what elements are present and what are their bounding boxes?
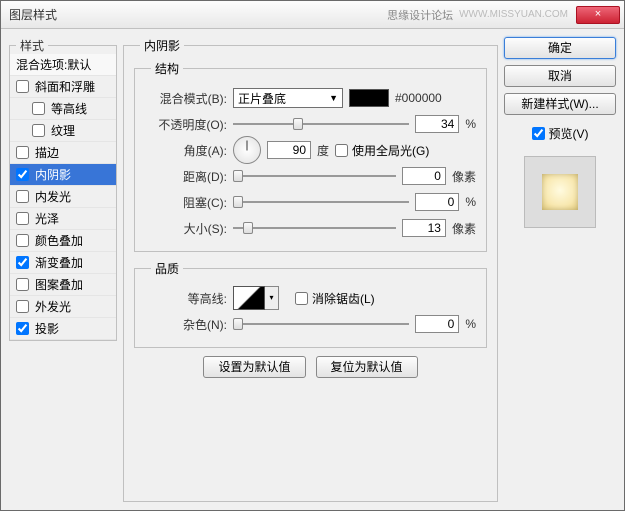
reset-default-button[interactable]: 复位为默认值 — [316, 356, 418, 378]
style-item-satin[interactable]: 光泽 — [10, 208, 116, 230]
titlebar: 图层样式 思缘设计论坛 WWW.MISSYUAN.COM × — [1, 1, 624, 29]
styles-column: 样式 混合选项:默认 斜面和浮雕 等高线 纹理 描边 内阴影 内发光 光泽 颜色… — [9, 37, 117, 502]
style-item-inner-shadow[interactable]: 内阴影 — [10, 164, 116, 186]
distance-slider[interactable] — [233, 168, 396, 184]
ok-button[interactable]: 确定 — [504, 37, 616, 59]
noise-slider[interactable] — [233, 316, 409, 332]
structure-legend: 结构 — [151, 60, 183, 77]
dialog-content: 样式 混合选项:默认 斜面和浮雕 等高线 纹理 描边 内阴影 内发光 光泽 颜色… — [1, 29, 624, 510]
size-input[interactable]: 13 — [402, 219, 446, 237]
color-hex: #000000 — [395, 91, 442, 105]
checkbox[interactable] — [16, 146, 29, 159]
angle-input[interactable]: 90 — [267, 141, 311, 159]
style-item-contour[interactable]: 等高线 — [10, 98, 116, 120]
chevron-down-icon: ▼ — [329, 93, 338, 103]
blending-options-row[interactable]: 混合选项:默认 — [10, 54, 116, 76]
preview-checkbox[interactable]: 预览(V) — [504, 125, 616, 142]
blending-options-label: 混合选项:默认 — [16, 56, 91, 73]
preview-swatch — [542, 174, 578, 210]
style-item-color-overlay[interactable]: 颜色叠加 — [10, 230, 116, 252]
opacity-row: 不透明度(O): 34 % — [145, 111, 476, 137]
checkbox[interactable] — [16, 322, 29, 335]
angle-label: 角度(A): — [145, 142, 227, 159]
action-column: 确定 取消 新建样式(W)... 预览(V) — [504, 37, 616, 502]
choke-input[interactable]: 0 — [415, 193, 459, 211]
window-title: 图层样式 — [9, 6, 57, 23]
distance-row: 距离(D): 0 像素 — [145, 163, 476, 189]
styles-legend: 样式 — [16, 37, 48, 54]
default-buttons: 设置为默认值 复位为默认值 — [134, 356, 487, 378]
new-style-button[interactable]: 新建样式(W)... — [504, 93, 616, 115]
preview-thumbnail — [524, 156, 596, 228]
checkbox[interactable] — [32, 102, 45, 115]
blend-mode-label: 混合模式(B): — [145, 90, 227, 107]
choke-unit: % — [465, 195, 476, 209]
choke-label: 阻塞(C): — [145, 194, 227, 211]
opacity-slider[interactable] — [233, 116, 409, 132]
close-button[interactable]: × — [576, 6, 620, 24]
size-unit: 像素 — [452, 220, 476, 237]
distance-label: 距离(D): — [145, 168, 227, 185]
checkbox[interactable] — [16, 190, 29, 203]
distance-unit: 像素 — [452, 168, 476, 185]
checkbox[interactable] — [16, 234, 29, 247]
watermark-text: 思缘设计论坛 — [387, 7, 453, 23]
opacity-label: 不透明度(O): — [145, 116, 227, 133]
style-item-inner-glow[interactable]: 内发光 — [10, 186, 116, 208]
inner-shadow-panel: 内阴影 结构 混合模式(B): 正片叠底 ▼ #000000 不透明度(O): — [123, 37, 498, 502]
opacity-input[interactable]: 34 — [415, 115, 459, 133]
angle-row: 角度(A): 90 度 使用全局光(G) — [145, 137, 476, 163]
layer-style-dialog: 图层样式 思缘设计论坛 WWW.MISSYUAN.COM × 样式 混合选项:默… — [0, 0, 625, 511]
style-item-gradient-overlay[interactable]: 渐变叠加 — [10, 252, 116, 274]
checkbox[interactable] — [16, 80, 29, 93]
size-row: 大小(S): 13 像素 — [145, 215, 476, 241]
choke-slider[interactable] — [233, 194, 409, 210]
settings-column: 内阴影 结构 混合模式(B): 正片叠底 ▼ #000000 不透明度(O): — [123, 37, 498, 502]
size-label: 大小(S): — [145, 220, 227, 237]
blend-mode-select[interactable]: 正片叠底 ▼ — [233, 88, 343, 108]
noise-row: 杂色(N): 0 % — [145, 311, 476, 337]
noise-unit: % — [465, 317, 476, 331]
angle-unit: 度 — [317, 142, 329, 159]
panel-legend: 内阴影 — [140, 37, 184, 54]
style-item-bevel[interactable]: 斜面和浮雕 — [10, 76, 116, 98]
style-item-pattern-overlay[interactable]: 图案叠加 — [10, 274, 116, 296]
style-item-outer-glow[interactable]: 外发光 — [10, 296, 116, 318]
contour-row: 等高线: ▾ 消除锯齿(L) — [145, 285, 476, 311]
checkbox[interactable] — [32, 124, 45, 137]
quality-legend: 品质 — [151, 260, 183, 277]
blend-mode-row: 混合模式(B): 正片叠底 ▼ #000000 — [145, 85, 476, 111]
antialias-checkbox[interactable]: 消除锯齿(L) — [295, 290, 375, 307]
checkbox[interactable] — [16, 278, 29, 291]
angle-dial[interactable] — [233, 136, 261, 164]
checkbox[interactable] — [16, 300, 29, 313]
structure-group: 结构 混合模式(B): 正片叠底 ▼ #000000 不透明度(O): 3 — [134, 60, 487, 252]
style-item-texture[interactable]: 纹理 — [10, 120, 116, 142]
checkbox[interactable] — [16, 212, 29, 225]
checkbox[interactable] — [16, 256, 29, 269]
styles-list: 混合选项:默认 斜面和浮雕 等高线 纹理 描边 内阴影 内发光 光泽 颜色叠加 … — [10, 54, 116, 340]
style-item-stroke[interactable]: 描边 — [10, 142, 116, 164]
contour-dropdown[interactable]: ▾ — [265, 286, 279, 310]
contour-picker[interactable] — [233, 286, 265, 310]
checkbox[interactable] — [16, 168, 29, 181]
opacity-unit: % — [465, 117, 476, 131]
quality-group: 品质 等高线: ▾ 消除锯齿(L) 杂色(N): 0 % — [134, 260, 487, 348]
choke-row: 阻塞(C): 0 % — [145, 189, 476, 215]
cancel-button[interactable]: 取消 — [504, 65, 616, 87]
watermark-url: WWW.MISSYUAN.COM — [459, 9, 568, 20]
color-swatch[interactable] — [349, 89, 389, 107]
make-default-button[interactable]: 设置为默认值 — [203, 356, 305, 378]
distance-input[interactable]: 0 — [402, 167, 446, 185]
noise-label: 杂色(N): — [145, 316, 227, 333]
style-item-drop-shadow[interactable]: 投影 — [10, 318, 116, 340]
styles-fieldset: 样式 混合选项:默认 斜面和浮雕 等高线 纹理 描边 内阴影 内发光 光泽 颜色… — [9, 37, 117, 341]
global-light-checkbox[interactable]: 使用全局光(G) — [335, 142, 429, 159]
noise-input[interactable]: 0 — [415, 315, 459, 333]
contour-label: 等高线: — [145, 290, 227, 307]
size-slider[interactable] — [233, 220, 396, 236]
